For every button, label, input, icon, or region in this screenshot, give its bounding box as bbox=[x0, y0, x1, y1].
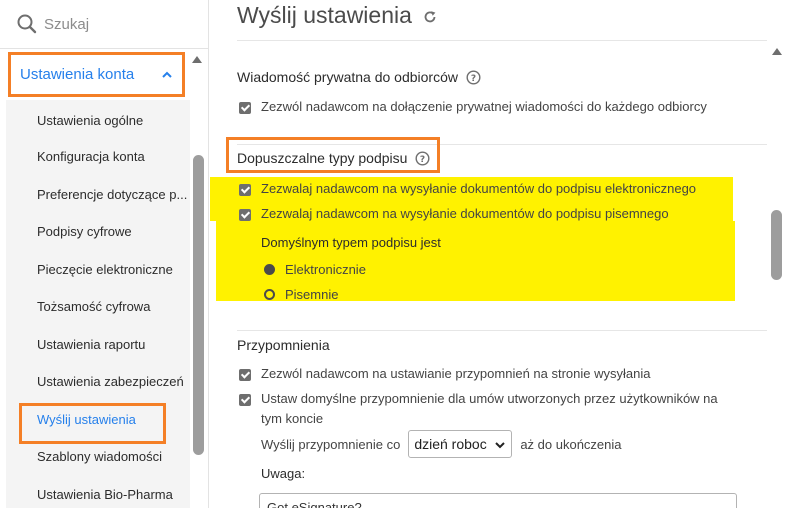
radio-electronic-label: Elektronicznie bbox=[285, 262, 366, 277]
sidebar-item-general-settings[interactable]: Ustawienia ogólne bbox=[6, 102, 190, 138]
radio-written-label: Pisemnie bbox=[285, 287, 339, 302]
private-message-checkbox[interactable] bbox=[239, 102, 251, 114]
electronic-signature-checkbox-row[interactable]: Zezwalaj nadawcom na wysyłanie dokumentó… bbox=[239, 181, 696, 199]
radio-electronic-row[interactable]: Elektronicznie bbox=[264, 262, 366, 277]
reminder-interval-prefix: Wyślij przypomnienie co bbox=[261, 436, 401, 452]
private-message-checkbox-row[interactable]: Zezwól nadawcom na dołączenie prywatnej … bbox=[239, 99, 707, 117]
main-content: Wyślij ustawienia Wiadomość prywatna do … bbox=[210, 0, 793, 508]
sidebar-item-account-setup[interactable]: Konfiguracja konta bbox=[6, 138, 190, 174]
main-scrollbar-thumb[interactable] bbox=[771, 210, 782, 280]
reminders-sending-page-option-label: Zezwól nadawcom na ustawianie przypomnie… bbox=[261, 366, 651, 381]
default-signature-type-label: Domyślnym typem podpisu jest bbox=[261, 235, 441, 250]
reminders-sending-page-checkbox[interactable] bbox=[239, 369, 251, 381]
app-root: Ustawienia konta Ustawienia ogólne Konfi… bbox=[0, 0, 793, 508]
radio-electronic[interactable] bbox=[264, 264, 275, 275]
written-signature-checkbox-row[interactable]: Zezwalaj nadawcom na wysyłanie dokumentó… bbox=[239, 206, 669, 224]
sidebar-item-digital-identity[interactable]: Tożsamość cyfrowa bbox=[6, 288, 190, 324]
sidebar-nav: Ustawienia ogólne Konfiguracja konta Pre… bbox=[6, 100, 190, 508]
radio-written-row[interactable]: Pisemnie bbox=[264, 287, 338, 302]
search-bar[interactable] bbox=[8, 8, 200, 40]
sidebar-item-electronic-seals[interactable]: Pieczęcie elektroniczne bbox=[6, 251, 190, 287]
signature-types-title-text: Dopuszczalne typy podpisu bbox=[237, 150, 408, 166]
sidebar-item-report-settings[interactable]: Ustawienia raportu bbox=[6, 326, 190, 362]
note-label: Uwaga: bbox=[261, 466, 306, 481]
svg-text:?: ? bbox=[471, 74, 476, 84]
sidebar: Ustawienia konta Ustawienia ogólne Konfi… bbox=[0, 0, 209, 508]
sidebar-section-label: Ustawienia konta bbox=[20, 66, 135, 83]
reminder-interval-suffix: aż do ukończenia bbox=[520, 436, 622, 452]
reminder-interval-row: Wyślij przypomnienie co dzień roboc aż d… bbox=[261, 430, 622, 458]
sidebar-divider bbox=[0, 48, 209, 49]
private-message-title-text: Wiadomość prywatna do odbiorców bbox=[237, 69, 458, 85]
svg-text:?: ? bbox=[420, 155, 425, 165]
chevron-up-icon bbox=[162, 71, 172, 78]
sidebar-section-account-settings[interactable]: Ustawienia konta bbox=[8, 52, 185, 97]
reminders-default-checkbox-row[interactable]: Ustaw domyślne przypomnienie dla umów ut… bbox=[239, 391, 739, 429]
reminder-interval-value: dzień roboc bbox=[414, 436, 487, 452]
main-scroll-up-arrow[interactable] bbox=[772, 48, 782, 55]
written-signature-option-label: Zezwalaj nadawcom na wysyłanie dokumentó… bbox=[261, 206, 669, 221]
reminders-default-option-label: Ustaw domyślne przypomnienie dla umów ut… bbox=[261, 391, 718, 426]
sidebar-scroll-up-arrow[interactable] bbox=[192, 56, 202, 63]
reminders-default-checkbox[interactable] bbox=[239, 394, 251, 406]
search-input[interactable] bbox=[44, 15, 184, 33]
help-icon[interactable]: ? bbox=[466, 69, 481, 85]
reminders-sending-page-checkbox-row[interactable]: Zezwól nadawcom na ustawianie przypomnie… bbox=[239, 366, 650, 384]
refresh-icon[interactable] bbox=[423, 10, 437, 24]
active-item-highlight bbox=[19, 403, 166, 444]
sidebar-item-digital-signatures[interactable]: Podpisy cyfrowe bbox=[6, 213, 190, 249]
sidebar-scrollbar-thumb[interactable] bbox=[193, 155, 204, 455]
sidebar-item-bio-pharma[interactable]: Ustawienia Bio-Pharma bbox=[6, 476, 190, 508]
written-signature-checkbox[interactable] bbox=[239, 209, 251, 221]
radio-written[interactable] bbox=[264, 289, 275, 300]
page-title: Wyślij ustawienia bbox=[237, 2, 412, 28]
note-textarea[interactable]: Got eSignature? bbox=[259, 493, 737, 508]
electronic-signature-option-label: Zezwalaj nadawcom na wysyłanie dokumentó… bbox=[261, 181, 697, 196]
sidebar-item-preferences[interactable]: Preferencje dotyczące p... bbox=[6, 176, 190, 212]
reminder-interval-select[interactable]: dzień roboc bbox=[408, 430, 513, 458]
chevron-down-icon bbox=[494, 440, 507, 450]
private-message-option-label: Zezwól nadawcom na dołączenie prywatnej … bbox=[261, 99, 707, 114]
search-icon bbox=[17, 14, 37, 34]
reminders-title-text: Przypomnienia bbox=[237, 337, 330, 353]
reminders-section-title: Przypomnienia bbox=[237, 337, 330, 353]
signature-types-section-title: Dopuszczalne typy podpisu ? bbox=[237, 150, 430, 166]
title-divider bbox=[237, 40, 767, 41]
section-divider bbox=[237, 330, 767, 331]
private-message-section-title: Wiadomość prywatna do odbiorców ? bbox=[237, 69, 481, 85]
sidebar-item-security-settings[interactable]: Ustawienia zabezpieczeń bbox=[6, 363, 190, 399]
electronic-signature-checkbox[interactable] bbox=[239, 184, 251, 196]
help-icon[interactable]: ? bbox=[415, 150, 430, 166]
